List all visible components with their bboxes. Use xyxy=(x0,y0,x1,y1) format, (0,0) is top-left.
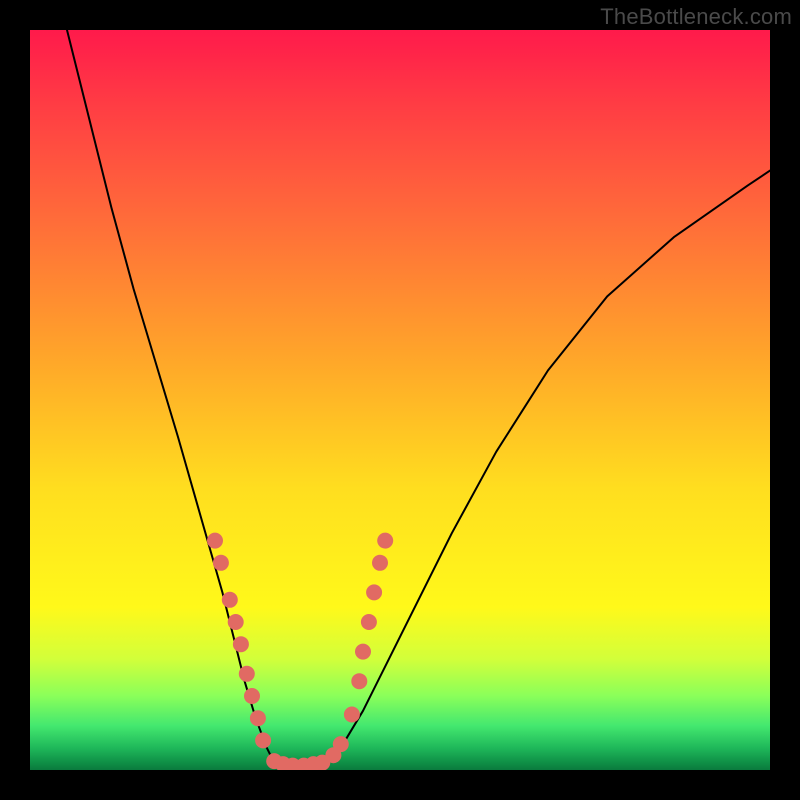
data-marker xyxy=(361,614,377,630)
data-marker xyxy=(228,614,244,630)
data-marker xyxy=(377,533,393,549)
curve-layer xyxy=(30,30,770,770)
marker-layer xyxy=(207,533,393,770)
data-marker xyxy=(351,673,367,689)
data-marker xyxy=(366,584,382,600)
watermark-text: TheBottleneck.com xyxy=(600,4,792,30)
data-marker xyxy=(255,732,271,748)
data-marker xyxy=(233,636,249,652)
data-marker xyxy=(344,707,360,723)
data-marker xyxy=(250,710,266,726)
plot-area xyxy=(30,30,770,770)
chart-frame: TheBottleneck.com xyxy=(0,0,800,800)
bottleneck-curve xyxy=(67,30,770,769)
data-marker xyxy=(244,688,260,704)
data-marker xyxy=(207,533,223,549)
data-marker xyxy=(239,666,255,682)
data-marker xyxy=(372,555,388,571)
data-marker xyxy=(355,644,371,660)
data-marker xyxy=(333,736,349,752)
data-marker xyxy=(213,555,229,571)
data-marker xyxy=(222,592,238,608)
